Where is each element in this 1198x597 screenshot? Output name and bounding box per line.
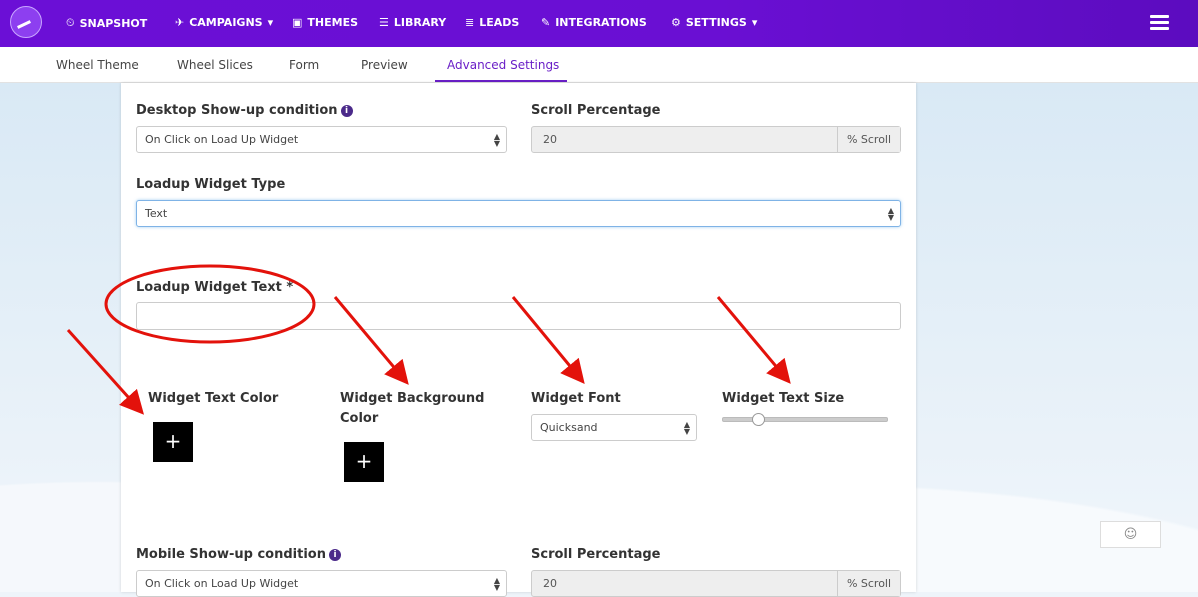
mobile-condition-label: Mobile Show-up condition i (136, 547, 341, 562)
mobile-scroll-label: Scroll Percentage (531, 547, 661, 562)
widget-text-color-label: Widget Text Color (148, 391, 279, 406)
select-arrows-icon: ▲ ▼ (887, 205, 894, 222)
nav-campaigns[interactable]: ✈ CAMPAIGNS ▾ (175, 16, 273, 29)
nav-snapshot-label: SNAPSHOT (79, 16, 148, 30)
info-icon[interactable]: i (328, 549, 341, 561)
nav-library-label: LIBRARY (393, 16, 447, 29)
top-navbar: ⏲ SNAPSHOT ✈ CAMPAIGNS ▾ ▣ THEMES ☰ LIBR… (0, 0, 1198, 47)
mobile-condition-value: On Click on Load Up Widget (145, 577, 299, 590)
emoji-feedback-widget[interactable]: ☺ (1100, 521, 1161, 548)
mobile-scroll-input[interactable]: 20 % Scroll (531, 570, 901, 597)
image-icon: ▣ (292, 16, 303, 29)
list-icon: ≣ (465, 16, 475, 29)
nav-campaigns-label: CAMPAIGNS (189, 16, 263, 29)
tab-preview[interactable]: Preview (361, 58, 408, 72)
widget-type-value: Text (145, 207, 168, 220)
gears-icon: ⚙ (671, 16, 681, 29)
library-icon: ☰ (379, 16, 389, 29)
widget-text-input[interactable] (136, 302, 901, 330)
nav-integrations[interactable]: ✎ INTEGRATIONS (541, 16, 647, 29)
nav-leads[interactable]: ≣ LEADS (465, 16, 519, 29)
tab-advanced-settings[interactable]: Advanced Settings (447, 58, 559, 72)
dashboard-icon: ⏲ (66, 16, 75, 29)
desktop-scroll-label: Scroll Percentage (531, 103, 661, 118)
desktop-scroll-unit: % Scroll (837, 127, 900, 152)
select-arrows-icon: ▲ ▼ (493, 131, 500, 148)
paper-plane-icon: ✈ (175, 16, 185, 29)
widget-text-color-picker[interactable]: + (153, 422, 193, 462)
tab-wheel-theme[interactable]: Wheel Theme (56, 58, 139, 72)
widget-type-select[interactable]: Text ▲ ▼ (136, 200, 901, 227)
widget-bg-color-label-line2: Color (340, 411, 379, 426)
nav-library[interactable]: ☰ LIBRARY (379, 16, 446, 29)
mobile-scroll-value: 20 (543, 577, 557, 590)
mobile-condition-label-text: Mobile Show-up condition (136, 547, 326, 562)
widget-text-label: Loadup Widget Text * (136, 280, 294, 295)
widget-bg-color-picker[interactable]: + (344, 442, 384, 482)
slider-handle[interactable] (752, 413, 766, 426)
select-arrows-icon: ▲ ▼ (493, 575, 500, 592)
info-icon[interactable]: i (340, 105, 353, 117)
hamburger-menu-icon[interactable] (1150, 15, 1169, 31)
widget-font-label: Widget Font (531, 391, 621, 406)
advanced-settings-panel: Desktop Show-up condition i On Click on L… (121, 83, 916, 597)
active-tab-indicator (435, 80, 567, 82)
tab-form[interactable]: Form (289, 58, 319, 72)
nav-settings-label: SETTINGS (685, 16, 747, 29)
widget-font-select[interactable]: Quicksand ▲ ▼ (531, 414, 697, 441)
editor-tabs: Wheel Theme Wheel Slices Form Preview Ad… (0, 47, 1198, 83)
app-logo[interactable] (10, 6, 42, 38)
widget-bg-color-label-line1: Widget Background (340, 391, 485, 406)
chevron-down-icon: ▾ (751, 16, 758, 29)
tab-wheel-slices[interactable]: Wheel Slices (177, 58, 253, 72)
plug-icon: ✎ (541, 16, 551, 29)
desktop-condition-value: On Click on Load Up Widget (145, 133, 299, 146)
nav-themes[interactable]: ▣ THEMES (292, 16, 358, 29)
nav-settings[interactable]: ⚙ SETTINGS ▾ (671, 16, 757, 29)
nav-leads-label: LEADS (479, 16, 520, 29)
desktop-scroll-input[interactable]: 20 % Scroll (531, 126, 901, 153)
widget-text-size-label: Widget Text Size (722, 391, 845, 406)
desktop-scroll-value: 20 (543, 133, 557, 146)
select-arrows-icon: ▲ ▼ (683, 419, 690, 436)
desktop-condition-label: Desktop Show-up condition i (136, 103, 353, 118)
nav-themes-label: THEMES (307, 16, 359, 29)
desktop-condition-select[interactable]: On Click on Load Up Widget ▲ ▼ (136, 126, 507, 153)
nav-snapshot[interactable]: ⏲ SNAPSHOT (66, 16, 147, 30)
widget-text-size-slider[interactable] (722, 417, 888, 422)
chevron-down-icon: ▾ (267, 16, 274, 29)
mobile-scroll-unit: % Scroll (837, 571, 900, 596)
desktop-condition-label-text: Desktop Show-up condition (136, 103, 338, 118)
nav-integrations-label: INTEGRATIONS (555, 16, 647, 29)
mobile-condition-select[interactable]: On Click on Load Up Widget ▲ ▼ (136, 570, 507, 597)
widget-font-value: Quicksand (540, 421, 598, 434)
widget-type-label: Loadup Widget Type (136, 177, 286, 192)
